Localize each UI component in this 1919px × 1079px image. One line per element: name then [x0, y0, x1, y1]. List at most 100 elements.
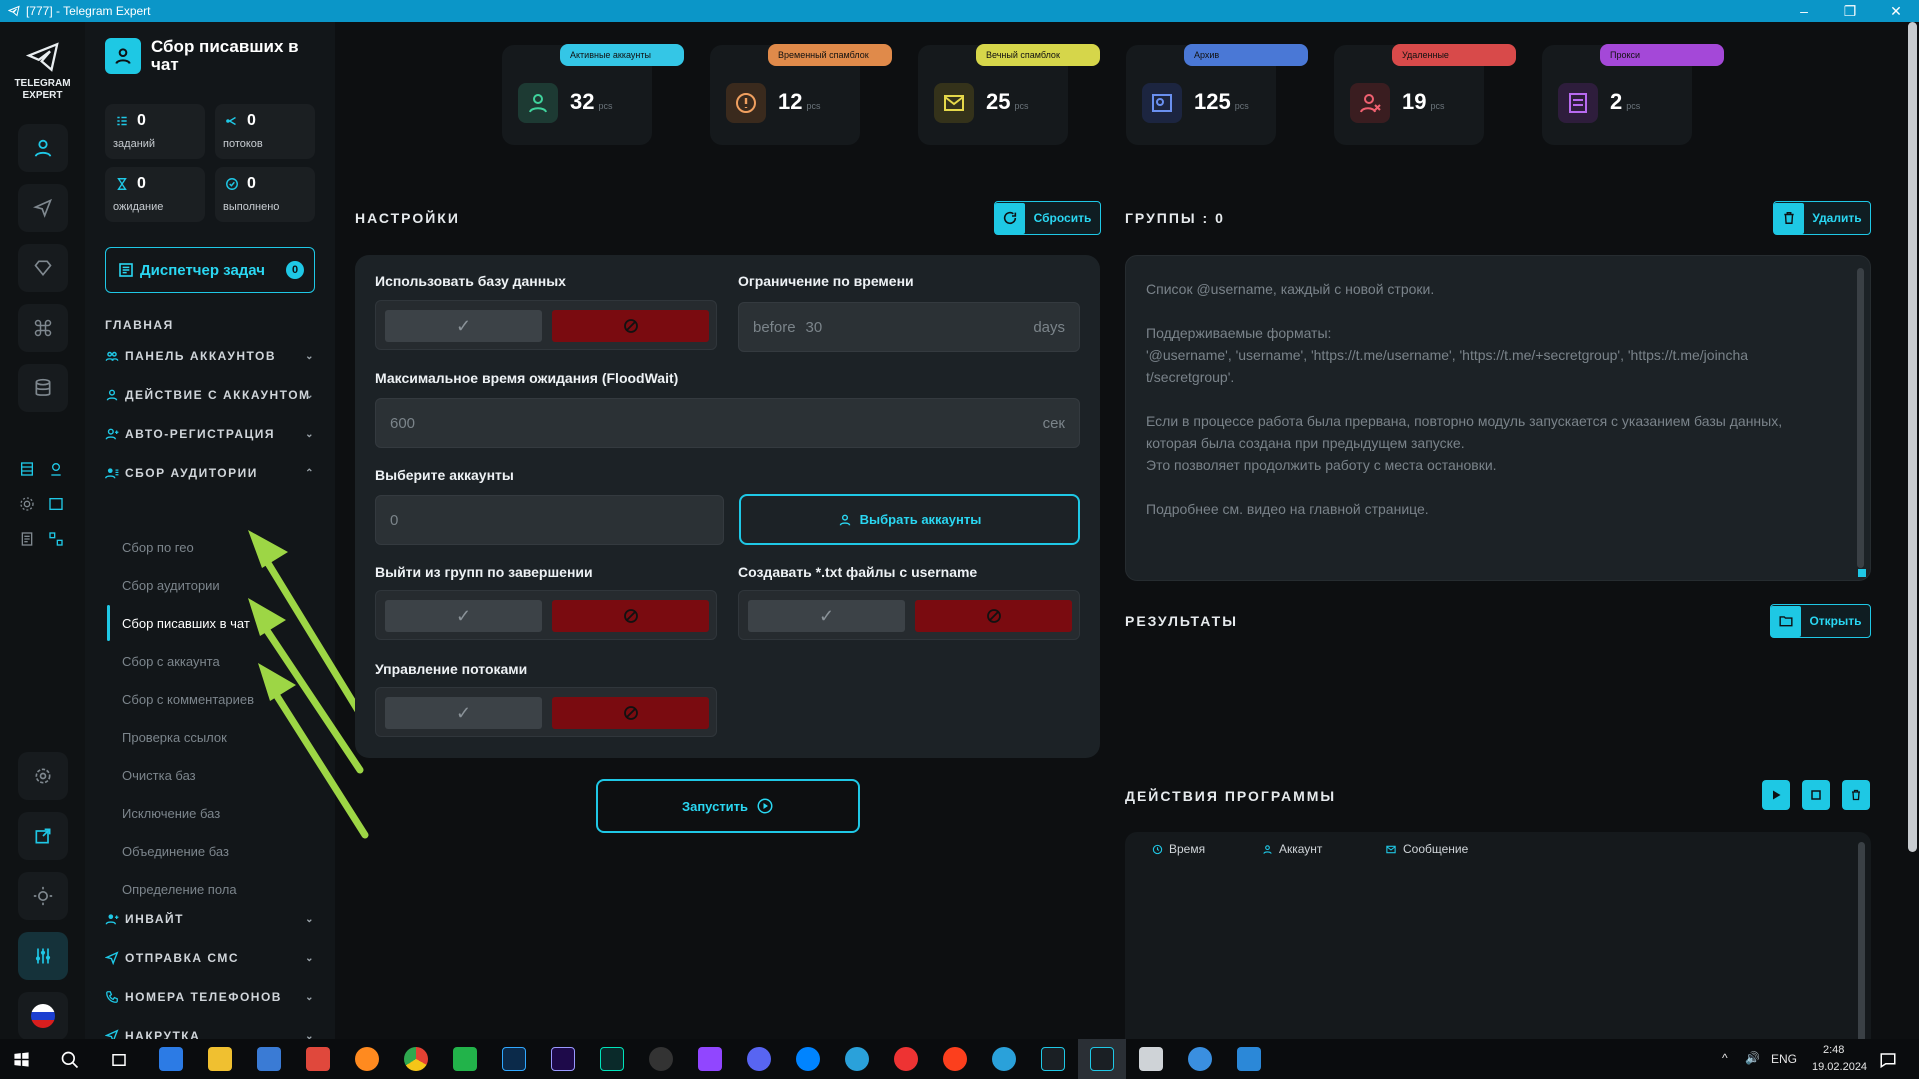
- premiere-icon[interactable]: [551, 1047, 575, 1071]
- threads-yes[interactable]: ✓: [385, 697, 542, 729]
- card-deleted[interactable]: Удаленные 19 pcs: [1334, 44, 1516, 145]
- photoshop-icon[interactable]: [502, 1047, 526, 1071]
- groups-textarea[interactable]: Список @username, каждый с новой строки.…: [1125, 255, 1871, 581]
- photo-app-icon[interactable]: [257, 1047, 281, 1071]
- rail-mini-user-pin-icon[interactable]: [46, 459, 66, 479]
- card-perm-spamblock[interactable]: Вечный спамблок 25 pcs: [918, 44, 1100, 145]
- file-explorer-icon[interactable]: [208, 1047, 232, 1071]
- accounts-count-input[interactable]: 0: [375, 495, 724, 545]
- time-limit-input[interactable]: before 30 days: [738, 302, 1080, 352]
- run-button[interactable]: Запустить: [596, 779, 860, 833]
- card-active-accounts[interactable]: Активные аккаунты 32 pcs: [502, 44, 684, 145]
- windows-start-icon[interactable]: [13, 1051, 30, 1068]
- cloud-app-icon[interactable]: [1188, 1047, 1212, 1071]
- create-txt-no[interactable]: [915, 600, 1072, 632]
- log-clear-button[interactable]: [1842, 780, 1870, 810]
- rail-send-button[interactable]: [18, 184, 68, 232]
- sub-item-geo[interactable]: Сбор по гео: [122, 540, 194, 555]
- maximize-button[interactable]: ❐: [1827, 0, 1873, 22]
- nav-accounts-panel[interactable]: ПАНЕЛЬ АККАУНТОВ ⌄: [105, 346, 315, 366]
- card-proxy[interactable]: Прокси 2 pcs: [1542, 44, 1724, 145]
- rail-database-button[interactable]: [18, 364, 68, 412]
- search-icon[interactable]: [60, 1050, 80, 1070]
- rail-mini-db-icon[interactable]: [17, 459, 37, 479]
- telegram-expert-icon-2[interactable]: [1090, 1047, 1114, 1071]
- firefox-icon[interactable]: [355, 1047, 379, 1071]
- sub-item-chat-writers[interactable]: Сбор писавших в чат: [122, 616, 250, 631]
- main-scrollbar[interactable]: [1908, 22, 1917, 852]
- clock-date[interactable]: 19.02.2024: [1812, 1061, 1867, 1073]
- log-play-button[interactable]: [1762, 780, 1790, 810]
- rail-mini-document-icon[interactable]: [17, 529, 37, 549]
- sub-item-from-account[interactable]: Сбор с аккаунта: [122, 654, 220, 669]
- open-results-button[interactable]: Открыть: [1770, 604, 1871, 638]
- messenger-icon[interactable]: [796, 1047, 820, 1071]
- task-dispatcher-button[interactable]: Диспетчер задач 0: [105, 247, 315, 293]
- nav-audience-collection[interactable]: СБОР АУДИТОРИИ ⌃: [105, 463, 315, 483]
- reset-button[interactable]: Сбросить: [994, 201, 1101, 235]
- minimize-button[interactable]: –: [1781, 0, 1827, 22]
- resize-handle[interactable]: [1858, 569, 1866, 577]
- sub-item-from-comments[interactable]: Сбор с комментариев: [122, 692, 254, 707]
- notification-icon[interactable]: [1879, 1051, 1897, 1069]
- create-txt-toggle[interactable]: ✓: [738, 590, 1080, 640]
- sub-item-audience[interactable]: Сбор аудитории: [122, 578, 220, 593]
- rail-mini-gear-icon[interactable]: [17, 494, 37, 514]
- nav-invite[interactable]: ИНВАЙТ ⌄: [105, 909, 315, 929]
- nav-sms[interactable]: ОТПРАВКА СМС ⌄: [105, 948, 315, 968]
- card-temp-spamblock[interactable]: Временный спамблок 12 pcs: [710, 44, 892, 145]
- language-indicator[interactable]: ENG: [1771, 1052, 1797, 1066]
- rail-command-button[interactable]: [18, 304, 68, 352]
- use-db-toggle[interactable]: ✓: [375, 300, 717, 350]
- telegram-expert-icon-1[interactable]: [1041, 1047, 1065, 1071]
- audition-icon[interactable]: [600, 1047, 624, 1071]
- paint-app-icon[interactable]: [1237, 1047, 1261, 1071]
- clock-time[interactable]: 2:48: [1823, 1044, 1844, 1056]
- rail-mini-grid-icon[interactable]: [46, 529, 66, 549]
- use-db-no[interactable]: [552, 310, 709, 342]
- sub-item-db-clean[interactable]: Очистка баз: [122, 768, 196, 783]
- nav-phone-numbers[interactable]: НОМЕРА ТЕЛЕФОНОВ ⌄: [105, 987, 315, 1007]
- task-view-icon[interactable]: [110, 1051, 128, 1069]
- leave-groups-toggle[interactable]: ✓: [375, 590, 717, 640]
- threads-toggle[interactable]: ✓: [375, 687, 717, 737]
- yandex-icon[interactable]: [894, 1047, 918, 1071]
- calculator-app-icon[interactable]: [159, 1047, 183, 1071]
- leave-groups-yes[interactable]: ✓: [385, 600, 542, 632]
- rail-mini-dashboard-icon[interactable]: [46, 494, 66, 514]
- use-db-yes[interactable]: ✓: [385, 310, 542, 342]
- anydesk-icon[interactable]: [306, 1047, 330, 1071]
- threads-no[interactable]: [552, 697, 709, 729]
- tray-arrow-icon[interactable]: ^: [1722, 1051, 1728, 1065]
- rail-export-button[interactable]: [18, 812, 68, 860]
- rail-sliders-button[interactable]: [18, 932, 68, 980]
- telegram-app-icon[interactable]: [992, 1047, 1016, 1071]
- groups-scrollbar[interactable]: [1857, 268, 1864, 568]
- yandex-browser-icon[interactable]: [943, 1047, 967, 1071]
- telegram-badge-icon[interactable]: [845, 1047, 869, 1071]
- close-button[interactable]: ✕: [1873, 0, 1919, 22]
- choose-accounts-button[interactable]: Выбрать аккаунты: [739, 494, 1080, 545]
- rail-theme-button[interactable]: [18, 872, 68, 920]
- delete-button[interactable]: Удалить: [1773, 201, 1871, 235]
- nav-auto-registration[interactable]: АВТО-РЕГИСТРАЦИЯ ⌄: [105, 424, 315, 444]
- sub-item-gender[interactable]: Определение пола: [122, 882, 237, 897]
- twitch-icon[interactable]: [698, 1047, 722, 1071]
- rail-diamond-button[interactable]: [18, 244, 68, 292]
- card-archive[interactable]: Архив 125 pcs: [1126, 44, 1308, 145]
- sub-item-link-check[interactable]: Проверка ссылок: [122, 730, 227, 745]
- rail-accounts-button[interactable]: [18, 124, 68, 172]
- rail-language-button[interactable]: [18, 992, 68, 1040]
- chrome-icon[interactable]: [404, 1047, 428, 1071]
- create-txt-yes[interactable]: ✓: [748, 600, 905, 632]
- green-app-icon[interactable]: [453, 1047, 477, 1071]
- database-app-icon[interactable]: [1139, 1047, 1163, 1071]
- log-stop-button[interactable]: [1802, 780, 1830, 810]
- discord-icon[interactable]: [747, 1047, 771, 1071]
- nav-account-action[interactable]: ДЕЙСТВИЕ С АККАУНТОМ ⌄: [105, 385, 315, 405]
- volume-icon[interactable]: 🔊: [1745, 1051, 1760, 1065]
- nav-boost[interactable]: НАКРУТКА ⌄: [105, 1026, 315, 1039]
- obs-icon[interactable]: [649, 1047, 673, 1071]
- rail-settings-button[interactable]: [18, 752, 68, 800]
- log-scrollbar[interactable]: [1858, 842, 1865, 1042]
